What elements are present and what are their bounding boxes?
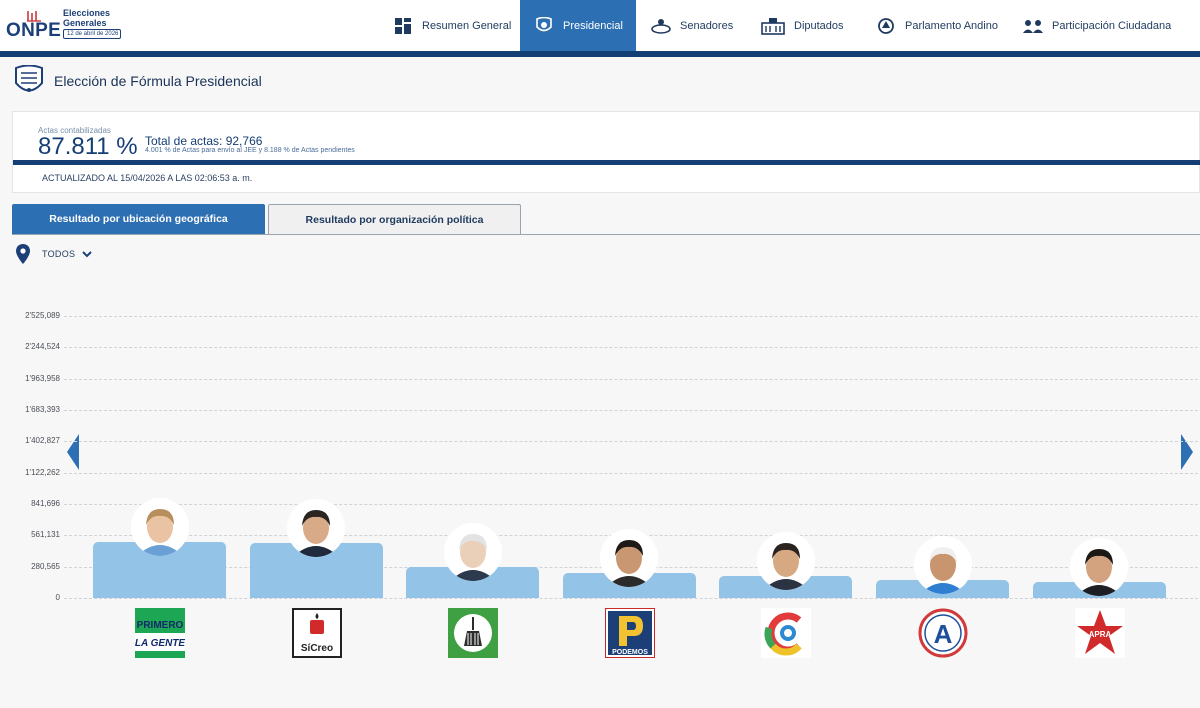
party-logo-text: PRIMERO — [137, 620, 184, 631]
page-title: Elección de Fórmula Presidencial — [54, 73, 262, 89]
chevron-down-icon — [82, 251, 93, 258]
candidate-avatar[interactable] — [913, 535, 972, 594]
person-icon — [756, 532, 815, 591]
seal-icon — [533, 16, 555, 35]
nav-label: Senadores — [680, 19, 734, 32]
y-tick-label: 2'525,089 — [25, 311, 60, 320]
grid-icon — [392, 17, 414, 35]
filter-value: TODOS — [42, 249, 76, 259]
andino-icon — [875, 17, 897, 35]
gridline — [64, 441, 1198, 443]
onpe-logo[interactable]: ONPE Elecciones Generales 12 de abril de… — [6, 6, 126, 46]
party-logo-alianza-a[interactable]: A — [918, 608, 968, 658]
nav-label: Resumen General — [422, 19, 512, 32]
location-pin-icon — [16, 244, 30, 264]
gridline — [64, 504, 1198, 505]
person-icon — [130, 497, 189, 556]
gridline — [64, 472, 1198, 474]
party-logo-c[interactable] — [761, 608, 811, 658]
gridline — [64, 347, 1198, 349]
tabs-divider — [12, 234, 1200, 235]
person-icon — [600, 528, 659, 587]
candidate-avatar[interactable] — [600, 528, 659, 587]
party-logo-text: LA GENTE — [135, 638, 185, 649]
updated-timestamp: ACTUALIZADO AL 15/04/2026 A LAS 02:06:53… — [42, 173, 253, 183]
party-logo-si-creo[interactable]: SíCreo — [292, 608, 342, 658]
nav-label: Presidencial — [563, 19, 623, 32]
nav-participacion-ciudadana[interactable]: Participación Ciudadana — [1014, 0, 1200, 51]
building-icon — [760, 17, 786, 35]
y-tick-label: 561,131 — [31, 530, 60, 540]
gridline — [64, 316, 1198, 317]
person-icon — [443, 523, 502, 582]
gridline — [64, 410, 1198, 411]
y-tick-label: 1'122,262 — [25, 467, 60, 477]
total-acts: Total de actas: 92,766 — [145, 134, 263, 148]
senate-icon — [650, 17, 672, 35]
party-logo-podemos[interactable]: PODEMOS — [604, 607, 656, 659]
logo-date: 12 de abril de 2026 — [63, 29, 121, 39]
party-logo-escoba[interactable] — [448, 608, 498, 658]
nav-senadores[interactable]: Senadores — [640, 0, 750, 51]
y-tick-label: 1'963,958 — [25, 373, 60, 383]
progress-bar — [13, 160, 1200, 165]
party-logo-text: SíCreo — [301, 643, 333, 654]
nav-label: Diputados — [794, 19, 844, 32]
candidate-avatar[interactable] — [443, 523, 502, 582]
party-logo-primero-la-gente[interactable]: PRIMERO LA GENTE — [135, 608, 185, 658]
acts-detail: 4.001 % de Actas para envío al JEE y 8.1… — [145, 147, 355, 154]
gridline — [64, 598, 1198, 599]
y-tick-label: 1'683,393 — [25, 405, 60, 414]
y-tick-label: 280,565 — [31, 561, 60, 571]
y-tick-label: 841,696 — [31, 499, 60, 508]
tab-political-org[interactable]: Resultado por organización política — [268, 204, 521, 234]
logo-text: ONPE — [6, 20, 62, 41]
gridline — [64, 378, 1198, 380]
y-tick-label: 1'402,827 — [25, 436, 60, 446]
tab-geographic[interactable]: Resultado por ubicación geográfica — [12, 204, 265, 234]
party-logo-text: PODEMOS — [612, 649, 648, 656]
person-icon — [913, 535, 972, 594]
top-header: ONPE Elecciones Generales 12 de abril de… — [0, 0, 1200, 51]
party-logo-text: A — [934, 619, 953, 649]
candidate-avatar[interactable] — [756, 532, 815, 591]
nav-presidencial[interactable]: Presidencial — [520, 0, 636, 51]
candidate-avatar[interactable] — [287, 499, 346, 558]
page-title-row: Elección de Fórmula Presidencial — [12, 64, 262, 98]
people-icon — [1022, 17, 1044, 35]
party-logo-apra[interactable]: APRA — [1075, 608, 1125, 658]
candidate-avatar[interactable] — [130, 497, 189, 556]
nav-label: Participación Ciudadana — [1052, 19, 1172, 32]
next-arrow-icon[interactable] — [1181, 434, 1193, 470]
nav-diputados[interactable]: Diputados — [752, 0, 862, 51]
y-tick-label: 2'244,524 — [25, 342, 60, 352]
header-divider — [0, 51, 1200, 57]
location-filter[interactable]: TODOS — [15, 243, 93, 265]
nav-resumen-general[interactable]: Resumen General — [380, 0, 514, 51]
party-logo-text: APRA — [1089, 630, 1112, 639]
acts-summary-card: Actas contabilizadas 87.811 % Total de a… — [12, 111, 1200, 193]
person-icon — [287, 499, 346, 558]
nav-parlamento-andino[interactable]: Parlamento Andino — [866, 0, 1006, 51]
nav-label: Parlamento Andino — [905, 19, 998, 32]
prev-arrow-icon[interactable] — [67, 434, 79, 470]
logo-title: Elecciones Generales — [63, 8, 111, 28]
coat-of-arms-icon — [15, 65, 43, 92]
acts-counted-percent: 87.811 % — [38, 133, 138, 160]
y-tick-label: 0 — [55, 593, 60, 602]
